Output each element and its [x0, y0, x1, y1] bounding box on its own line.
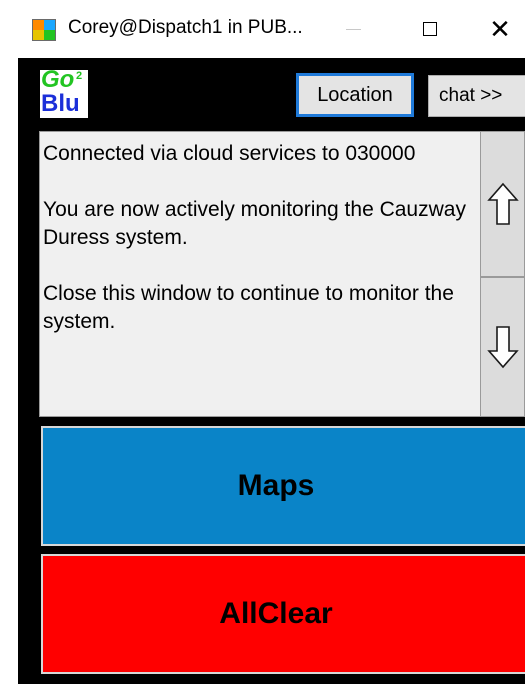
- app-icon: [32, 19, 56, 41]
- maximize-icon: [423, 22, 437, 36]
- arrow-up-icon: [487, 182, 519, 225]
- scroll-up-button[interactable]: [480, 131, 525, 277]
- maximize-button[interactable]: [400, 0, 460, 58]
- maps-button[interactable]: Maps: [41, 426, 525, 546]
- message-connection: Connected via cloud services to 030000: [43, 142, 416, 165]
- gotoblu-logo: Go 2 Blu: [40, 70, 88, 118]
- chat-button[interactable]: chat >>: [428, 75, 525, 117]
- message-panel: Connected via cloud services to 030000 Y…: [39, 131, 480, 417]
- minimize-icon: [345, 28, 361, 30]
- allclear-button[interactable]: AllClear: [41, 554, 525, 674]
- close-icon: ✕: [489, 14, 511, 44]
- background-strip: [0, 0, 18, 684]
- arrow-down-icon: [487, 326, 519, 369]
- close-button[interactable]: ✕: [470, 0, 525, 58]
- message-close-info: Close this window to continue to monitor…: [43, 282, 454, 333]
- title-bar[interactable]: Corey@Dispatch1 in PUB... ✕: [18, 0, 525, 58]
- message-monitoring: You are now actively monitoring the Cauz…: [43, 198, 466, 249]
- minimize-button[interactable]: [323, 0, 383, 58]
- scroll-down-button[interactable]: [480, 277, 525, 417]
- window-title: Corey@Dispatch1 in PUB...: [68, 17, 303, 38]
- app-window: Corey@Dispatch1 in PUB... ✕ Go 2 Blu Loc…: [18, 0, 525, 684]
- location-button[interactable]: Location: [296, 73, 414, 117]
